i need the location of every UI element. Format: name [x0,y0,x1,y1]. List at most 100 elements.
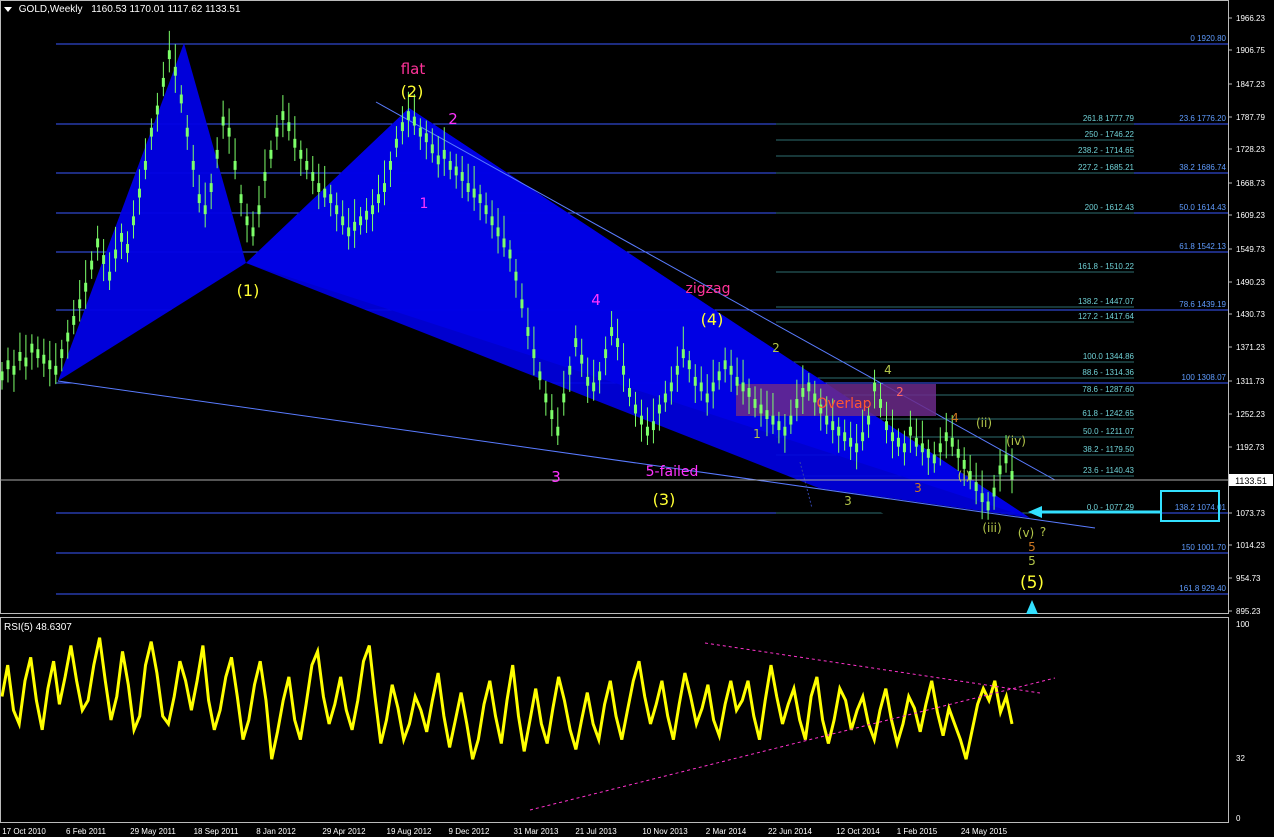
candle-body [598,371,602,381]
candle-body [114,249,118,259]
candle-body [681,349,685,359]
x-axis-label: 31 Mar 2013 [514,827,559,836]
candle-body [30,343,34,353]
candle-body [633,404,637,414]
candle-body [221,116,225,126]
y-axis-label: 1073.73 [1236,509,1265,518]
candle-body [347,227,351,237]
candle-body [18,352,22,361]
rsi-resistance-line [704,642,1041,694]
candle-body [777,421,781,431]
candle-body [645,426,649,436]
candle-body [705,393,709,403]
candle-body [209,183,213,192]
candle-body [323,188,327,198]
candle-body [48,360,52,370]
candle-body [484,205,488,215]
rsi-support-line [529,677,1056,811]
candle-body [920,443,924,453]
candle-body [400,122,404,132]
fib-label: 100 1308.07 [1182,373,1227,382]
x-axis-label: 6 Feb 2011 [66,827,106,836]
candle-body [161,77,165,87]
candle-body [179,94,183,104]
candle-body [245,216,249,226]
candle-body [693,376,697,386]
y-axis-label: 1728.23 [1236,145,1265,154]
candle-body [825,415,829,425]
x-axis-label: 22 Jun 2014 [768,827,813,836]
y-axis-label: 1311.73 [1236,377,1265,386]
candle-body [42,354,46,364]
candle-body [843,432,847,442]
candle-body [795,399,799,408]
candle-body [251,227,255,237]
candle-body [359,216,363,226]
wave-label-y5: 5 [1028,554,1036,568]
candle-body [382,183,386,192]
candle-body [759,404,763,414]
candle-body [610,327,614,336]
x-axis-label: 8 Jan 2012 [256,827,296,836]
chart-canvas[interactable]: 0 1920.80 23.6 1776.20 38.2 1686.74 50.0 16… [0,0,1274,837]
candle-body [586,376,590,386]
candle-body [227,127,231,137]
candle-body [377,194,381,204]
candle-body [490,216,494,226]
fib-label: 78.6 1439.19 [1179,300,1226,309]
y-axis-label: 1490.23 [1236,278,1265,287]
price-box-label: 1133.51 [1235,476,1267,486]
candle-body [454,166,458,176]
candle-body [771,415,775,425]
candle-body [448,160,452,170]
candle-body [526,327,530,336]
wave-label-iii: (iii) [982,521,1001,535]
candle-body [341,216,345,226]
candle-body [418,127,422,137]
wave-label-v: (v) [1018,526,1034,540]
fib-label: 161.8 929.40 [1179,584,1226,593]
candle-body [0,371,4,381]
candle-body [592,382,596,392]
candle-body [675,365,679,375]
candle-body [96,238,100,248]
rsi-line [0,637,1014,760]
candle-body [137,188,141,198]
fib-mid-label: 61.8 - 1242.65 [1082,409,1134,418]
candle-body [305,160,309,170]
candle-body [442,149,446,159]
candle-body [335,205,339,215]
candle-body [956,448,960,458]
candle-body [424,133,428,143]
candle-body [54,365,58,375]
candle-body [257,205,261,215]
y-axis-label: 1014.23 [1236,541,1265,550]
candle-body [723,360,727,370]
candle-body [472,188,476,198]
x-axis-label: 21 Jul 2013 [575,827,617,836]
wave-label-o3: 3 [914,481,922,495]
candle-body [711,382,715,392]
wave-label-q: ? [1040,525,1046,539]
wave-label-g1: 1 [753,427,761,441]
x-axis-label: 2 Mar 2014 [706,827,747,836]
wave-label-m1: 1 [420,196,429,212]
candle-body [365,210,369,220]
candle-body [622,365,626,375]
candle-body [873,382,877,392]
x-axis-label: 9 Dec 2012 [449,827,490,836]
candle-body [741,382,745,392]
candle-body [807,382,811,392]
rsi-level-label: 100 [1236,620,1250,629]
candle-body [269,149,273,159]
candle-body [317,183,321,192]
candle-body [992,487,996,497]
wave-label-iv: (iv) [1006,434,1026,448]
candle-body [143,160,147,170]
wave-label-o5: 5 [1028,540,1036,554]
candle-body [155,105,159,115]
candle-body [275,127,279,137]
y-axis-label: 1966.23 [1236,14,1265,23]
candle-body [604,349,608,359]
candle-body [926,448,930,458]
